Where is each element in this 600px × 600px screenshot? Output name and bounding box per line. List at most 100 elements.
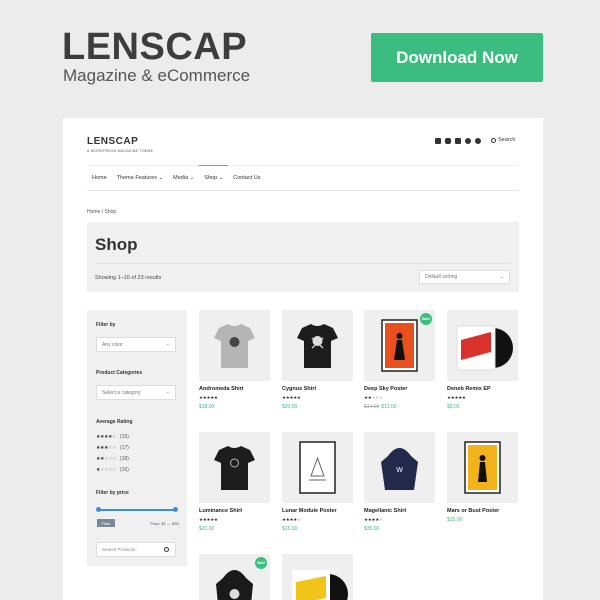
page-title: Shop [95,235,138,254]
product-image[interactable] [199,310,270,381]
product-name[interactable]: Cygnus Shirt [282,386,353,392]
product-price: $15.00 [447,517,463,523]
sorting-value: Default sorting [425,274,458,280]
shop-divider [95,263,511,264]
twitter-icon[interactable] [435,138,441,144]
site-preview: LENSCAP A WORDPRESS MAGAZINE THEME Searc… [63,118,543,600]
product-card[interactable]: Luminance Shirt ★★★★★ $20.00 [199,432,270,532]
nav-divider-bottom [87,190,519,191]
product-rating: ★★★★★ [199,517,218,522]
header-search[interactable]: Search [491,137,515,143]
product-card[interactable]: Mars or Bust Poster $15.00 [447,432,518,523]
product-image[interactable] [447,310,518,381]
download-now-button[interactable]: Download Now [371,33,543,82]
brand-subtitle: Magazine & eCommerce [63,66,251,85]
rating-label: Average Rating [96,419,133,425]
product-card[interactable]: Andromeda Shirt ★★★★★ $18.00 [199,310,270,410]
product-name[interactable]: Andromeda Shirt [199,386,270,392]
shop-sidebar: Filter by Any color ⌄ Product Categories… [87,310,187,566]
nav-home[interactable]: Home [87,166,112,190]
product-card[interactable]: W Magellanic Shirt ★★★★★ $35.00 [364,432,435,532]
product-name[interactable]: Magellanic Shirt [364,508,435,514]
brand-title: LENSCAP [62,26,248,68]
rating-filter-4[interactable]: ★★★★★ (15) [96,434,129,440]
categories-label: Product Categories [96,370,143,376]
product-name[interactable]: Luminance Shirt [199,508,270,514]
search-icon[interactable] [164,547,169,552]
product-image[interactable] [282,432,353,503]
svg-text:W: W [396,467,403,474]
pinterest-icon[interactable] [465,138,471,144]
nav-media[interactable]: Media ⌄ [168,166,199,190]
product-card[interactable]: Lunar Module Poster ★★★★★ $15.00 [282,432,353,532]
result-count: Showing 1–10 of 23 results [95,275,162,281]
wordpress-icon[interactable] [475,138,481,144]
product-image[interactable]: W [364,432,435,503]
filter-by-label: Filter by [96,322,116,328]
category-select[interactable]: Select a category ⌄ [96,385,176,400]
product-price: $9.00 [447,404,460,410]
logo-tagline: A WORDPRESS MAGAZINE THEME [87,149,154,153]
rating-count: (16) [119,467,129,473]
facebook-icon[interactable] [455,138,461,144]
product-card[interactable]: Sale! Deep Sky Poster ★★★★★ $14.00 $12.00 [364,310,435,410]
rating-filter-2[interactable]: ★★★★★ (18) [96,456,129,462]
product-image[interactable] [282,310,353,381]
sorting-select[interactable]: Default sorting ⌄ [419,270,510,284]
product-rating: ★★★★★ [447,395,466,400]
color-select[interactable]: Any color ⌄ [96,337,176,352]
product-image[interactable]: Sale! [364,310,435,381]
rating-stars: ★★★★★ [96,456,116,462]
rating-stars: ★★★★★ [96,445,116,451]
price-slider-max-handle[interactable] [173,507,178,512]
promo-banner: LENSCAP Magazine & eCommerce Download No… [0,0,600,600]
site-logo[interactable]: LENSCAP A WORDPRESS MAGAZINE THEME [87,136,153,153]
old-price: $14.00 [364,404,380,410]
product-price: $14.00 $12.00 [364,404,397,410]
price-filter-label: Filter by price [96,490,129,496]
product-search-input[interactable]: Search Products... [96,542,176,557]
product-image[interactable] [447,432,518,503]
chevron-down-icon: ⌄ [499,274,504,280]
product-name[interactable]: Lunar Module Poster [282,508,353,514]
product-name[interactable]: Deneb Remix EP [447,386,518,392]
rating-filter-1[interactable]: ★★★★★ (16) [96,467,129,473]
rating-count: (17) [119,445,129,451]
category-select-value: Select a category [102,389,141,396]
nav-shop[interactable]: Shop ⌄ [199,165,229,189]
search-label: Search [498,137,516,143]
product-search-placeholder: Search Products... [102,547,140,552]
product-name[interactable]: Mars or Bust Poster [447,508,518,514]
nav-theme-features[interactable]: Theme Features ⌄ [112,166,169,190]
sale-badge: Sale! [255,557,267,569]
product-card[interactable]: Deneb Remix EP ★★★★★ $9.00 [447,310,518,410]
product-price: $35.00 [364,526,380,532]
product-rating: ★★★★★ [364,395,383,400]
product-rating: ★★★★★ [364,517,383,522]
product-price: $18.00 [199,404,215,410]
product-price: $20.00 [199,526,215,532]
logo-name: LENSCAP [87,136,139,147]
search-icon [491,137,496,143]
color-select-value: Any color [102,341,123,348]
product-price: $15.00 [282,526,298,532]
product-card[interactable] [282,554,353,600]
product-name[interactable]: Deep Sky Poster [364,386,435,392]
product-card[interactable]: Cygnus Shirt ★★★★★ $20.00 [282,310,353,410]
product-card[interactable]: Sale! [199,554,270,600]
filter-button[interactable]: Filter [97,519,115,527]
nav-contact-us[interactable]: Contact Us [228,166,265,190]
main-nav: Home Theme Features ⌄ Media ⌄ Shop ⌄ Con… [87,165,266,190]
product-image[interactable] [282,554,353,600]
product-image[interactable]: Sale! [199,554,270,600]
instagram-icon[interactable] [445,138,451,144]
rating-count: (15) [119,434,129,440]
sale-badge: Sale! [420,313,432,325]
price-range: Price: $2 — $35 [150,521,179,526]
rating-filter-3[interactable]: ★★★★★ (17) [96,445,129,451]
rating-stars: ★★★★★ [96,434,116,440]
price-slider-track[interactable] [98,509,175,511]
price-slider-min-handle[interactable] [96,507,101,512]
breadcrumb: Home / Shop [87,209,117,215]
product-image[interactable] [199,432,270,503]
